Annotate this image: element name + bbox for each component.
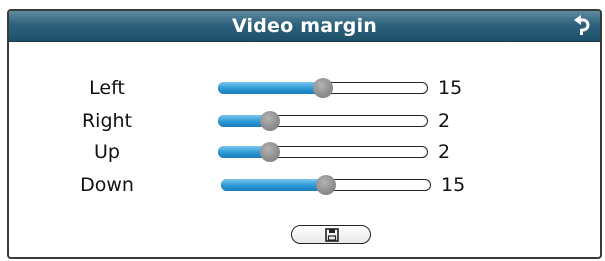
margin-value: 15	[438, 77, 463, 99]
margin-label: Right	[81, 110, 133, 132]
video-margin-dialog: Video margin Left 15 Right 2 Up 2 Down 1…	[7, 9, 602, 259]
up-margin-slider[interactable]	[218, 142, 428, 162]
slider-thumb[interactable]	[260, 142, 280, 162]
left-margin-slider[interactable]	[218, 78, 428, 98]
margin-label: Left	[89, 77, 125, 99]
slider-thumb[interactable]	[260, 111, 280, 131]
floppy-disk-icon	[325, 228, 339, 242]
margin-value: 2	[438, 141, 451, 163]
margin-value: 2	[438, 110, 451, 132]
slider-thumb[interactable]	[313, 78, 333, 98]
return-arrow-icon	[574, 15, 590, 35]
margin-row-down: Down 15	[9, 172, 600, 198]
slider-fill	[218, 82, 323, 94]
margin-row-right: Right 2	[9, 108, 600, 134]
slider-thumb[interactable]	[316, 175, 336, 195]
margin-value: 15	[441, 174, 466, 196]
margin-label: Up	[94, 141, 120, 163]
margin-row-up: Up 2	[9, 139, 600, 165]
margin-row-left: Left 15	[9, 75, 600, 101]
save-button[interactable]	[291, 225, 371, 244]
dialog-title: Video margin	[231, 15, 378, 37]
down-margin-slider[interactable]	[221, 175, 431, 195]
margin-label: Down	[80, 174, 134, 196]
title-bar: Video margin	[9, 11, 600, 42]
back-button[interactable]	[572, 14, 594, 38]
right-margin-slider[interactable]	[218, 111, 428, 131]
slider-fill	[221, 179, 326, 191]
